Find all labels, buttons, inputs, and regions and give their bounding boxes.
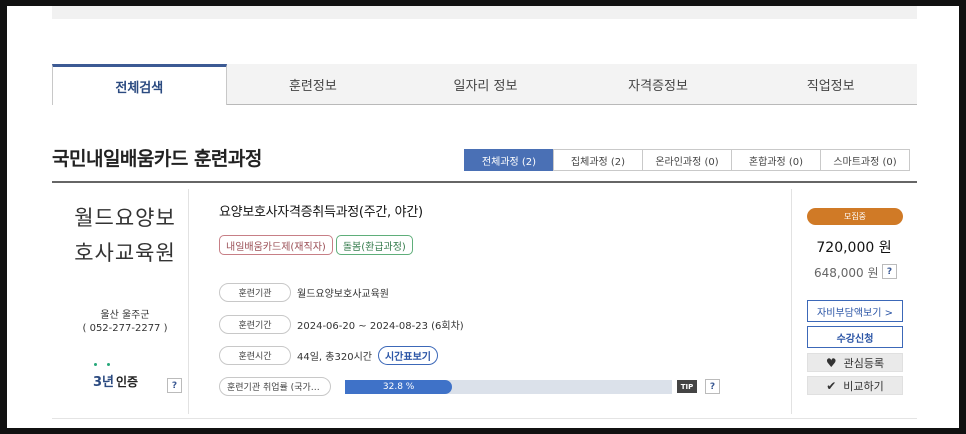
- employment-help-icon[interactable]: ?: [705, 379, 720, 394]
- price-help-icon[interactable]: ?: [882, 264, 897, 279]
- self-pay-button[interactable]: 자비부담액보기 >: [807, 300, 903, 322]
- main-tabs: 전체검색 훈련정보 일자리 정보 자격증정보 직업정보: [52, 64, 917, 105]
- hours-label: 훈련시간: [219, 346, 291, 365]
- status-badge: 모집중: [807, 208, 903, 225]
- tab-all-search[interactable]: 전체검색: [52, 64, 227, 105]
- hours-value: 44일, 총320시간: [297, 352, 372, 363]
- wishlist-label: 관심등록: [843, 356, 885, 370]
- tab-training-info[interactable]: 훈련정보: [227, 64, 400, 104]
- org-name[interactable]: 월드요양보 호사교육원: [55, 201, 195, 271]
- org-name-line2: 호사교육원: [74, 241, 176, 265]
- row-bottom-line: [52, 418, 917, 419]
- filter-classroom-courses[interactable]: 집체과정 (2): [553, 149, 643, 171]
- filter-all-courses[interactable]: 전체과정 (2): [464, 149, 554, 171]
- tab-occupation-info[interactable]: 직업정보: [744, 64, 917, 104]
- filter-online-courses[interactable]: 온라인과정 (0): [642, 149, 732, 171]
- employment-rate-text: 32.8 %: [382, 381, 415, 392]
- cert-help-icon[interactable]: ?: [167, 378, 182, 393]
- org-name-line1: 월드요양보: [74, 206, 176, 230]
- org-region: 울산 울주군: [100, 310, 150, 321]
- column-separator-left: [188, 189, 189, 414]
- period-value: 2024-06-20 ~ 2024-08-23 (6회차): [297, 321, 464, 332]
- info-row-hours: 훈련시간 44일, 총320시간 시간표보기: [219, 346, 438, 365]
- compare-button[interactable]: ✔ 비교하기: [807, 376, 903, 395]
- tip-badge[interactable]: TIP: [677, 380, 697, 393]
- schedule-button[interactable]: 시간표보기: [377, 346, 438, 365]
- org-phone: ( 052-277-2277 ): [82, 323, 168, 334]
- self-pay-price: 648,000 원: [814, 266, 879, 280]
- course-tags: 내일배움카드제(재직자) 돌봄(환급과정): [219, 235, 413, 255]
- course-type-filters: 전체과정 (2) 집체과정 (2) 온라인과정 (0) 혼합과정 (0) 스마트…: [464, 149, 910, 171]
- tag-card-system: 내일배움카드제(재직자): [219, 235, 333, 255]
- info-row-employment: 훈련기관 취업률 (국가… 32.8 % TIP ?: [219, 377, 720, 396]
- filter-smart-courses[interactable]: 스마트과정 (0): [820, 149, 910, 171]
- apply-button[interactable]: 수강신청: [807, 326, 903, 348]
- course-title[interactable]: 요양보호사자격증취득과정(주간, 야간): [219, 201, 423, 220]
- list-divider: [52, 181, 917, 183]
- tab-job-info[interactable]: 일자리 정보: [399, 64, 572, 104]
- filter-blended-courses[interactable]: 혼합과정 (0): [731, 149, 821, 171]
- cert-years: 3년: [93, 363, 115, 390]
- org-location: 울산 울주군 ( 052-277-2277 ): [55, 309, 195, 335]
- check-icon: ✔: [826, 378, 837, 393]
- top-bar: [52, 6, 917, 19]
- info-row-period: 훈련기간 2024-06-20 ~ 2024-08-23 (6회차): [219, 315, 464, 334]
- period-label: 훈련기간: [219, 315, 291, 334]
- cert-label: 인증: [116, 375, 139, 389]
- institution-value: 월드요양보호사교육원: [297, 289, 389, 300]
- institution-label: 훈련기관: [219, 283, 291, 302]
- employment-label: 훈련기관 취업률 (국가…: [219, 377, 331, 396]
- wishlist-button[interactable]: ♥ 관심등록: [807, 353, 903, 372]
- tab-certificate-info[interactable]: 자격증정보: [572, 64, 745, 104]
- employment-rate-bar: 32.8 %: [345, 379, 672, 394]
- cert-years-text: 3년: [93, 375, 115, 390]
- heart-icon: ♥: [825, 355, 837, 370]
- compare-label: 비교하기: [843, 379, 884, 393]
- certification-badge: 3년 인증: [93, 363, 139, 390]
- page-title: 국민내일배움카드 훈련과정: [52, 148, 262, 170]
- cert-dots-icon: [94, 363, 110, 366]
- info-row-institution: 훈련기관 월드요양보호사교육원: [219, 283, 389, 302]
- column-separator-right: [791, 189, 792, 414]
- course-price: 720,000 원: [816, 240, 892, 256]
- tag-care-refund: 돌봄(환급과정): [335, 235, 413, 255]
- page-frame: 전체검색 훈련정보 일자리 정보 자격증정보 직업정보 국민내일배움카드 훈련과…: [7, 6, 959, 428]
